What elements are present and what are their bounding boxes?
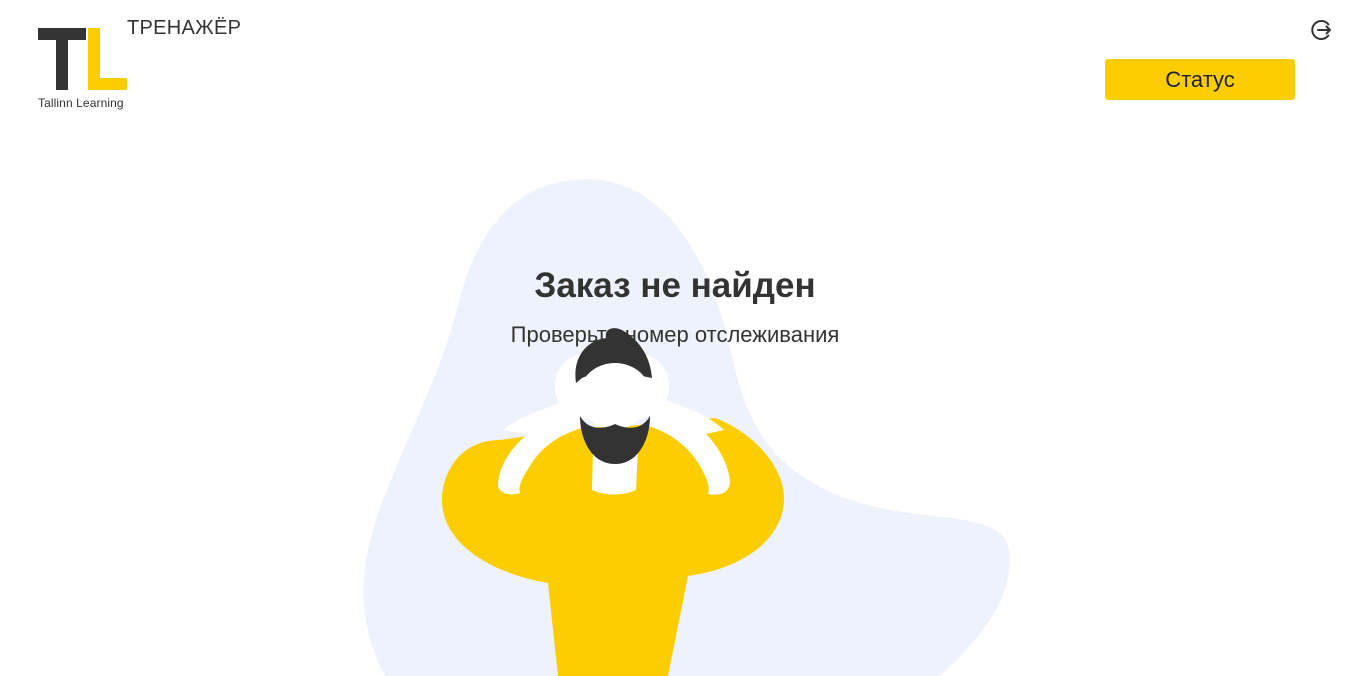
brand-logo: Tallinn Learning <box>36 26 132 114</box>
tl-logo-mark <box>38 28 127 90</box>
status-button[interactable]: Статус <box>1105 59 1295 100</box>
logo-caption: Tallinn Learning <box>38 96 124 110</box>
confused-man-illustration <box>363 179 1010 676</box>
app-title: ТРЕНАЖЁР <box>127 17 242 39</box>
face <box>579 363 651 429</box>
logout-icon[interactable] <box>1310 18 1334 42</box>
page-title: Заказ не найден <box>534 266 816 305</box>
page-subtitle: Проверьте номер отслеживания <box>510 322 840 347</box>
